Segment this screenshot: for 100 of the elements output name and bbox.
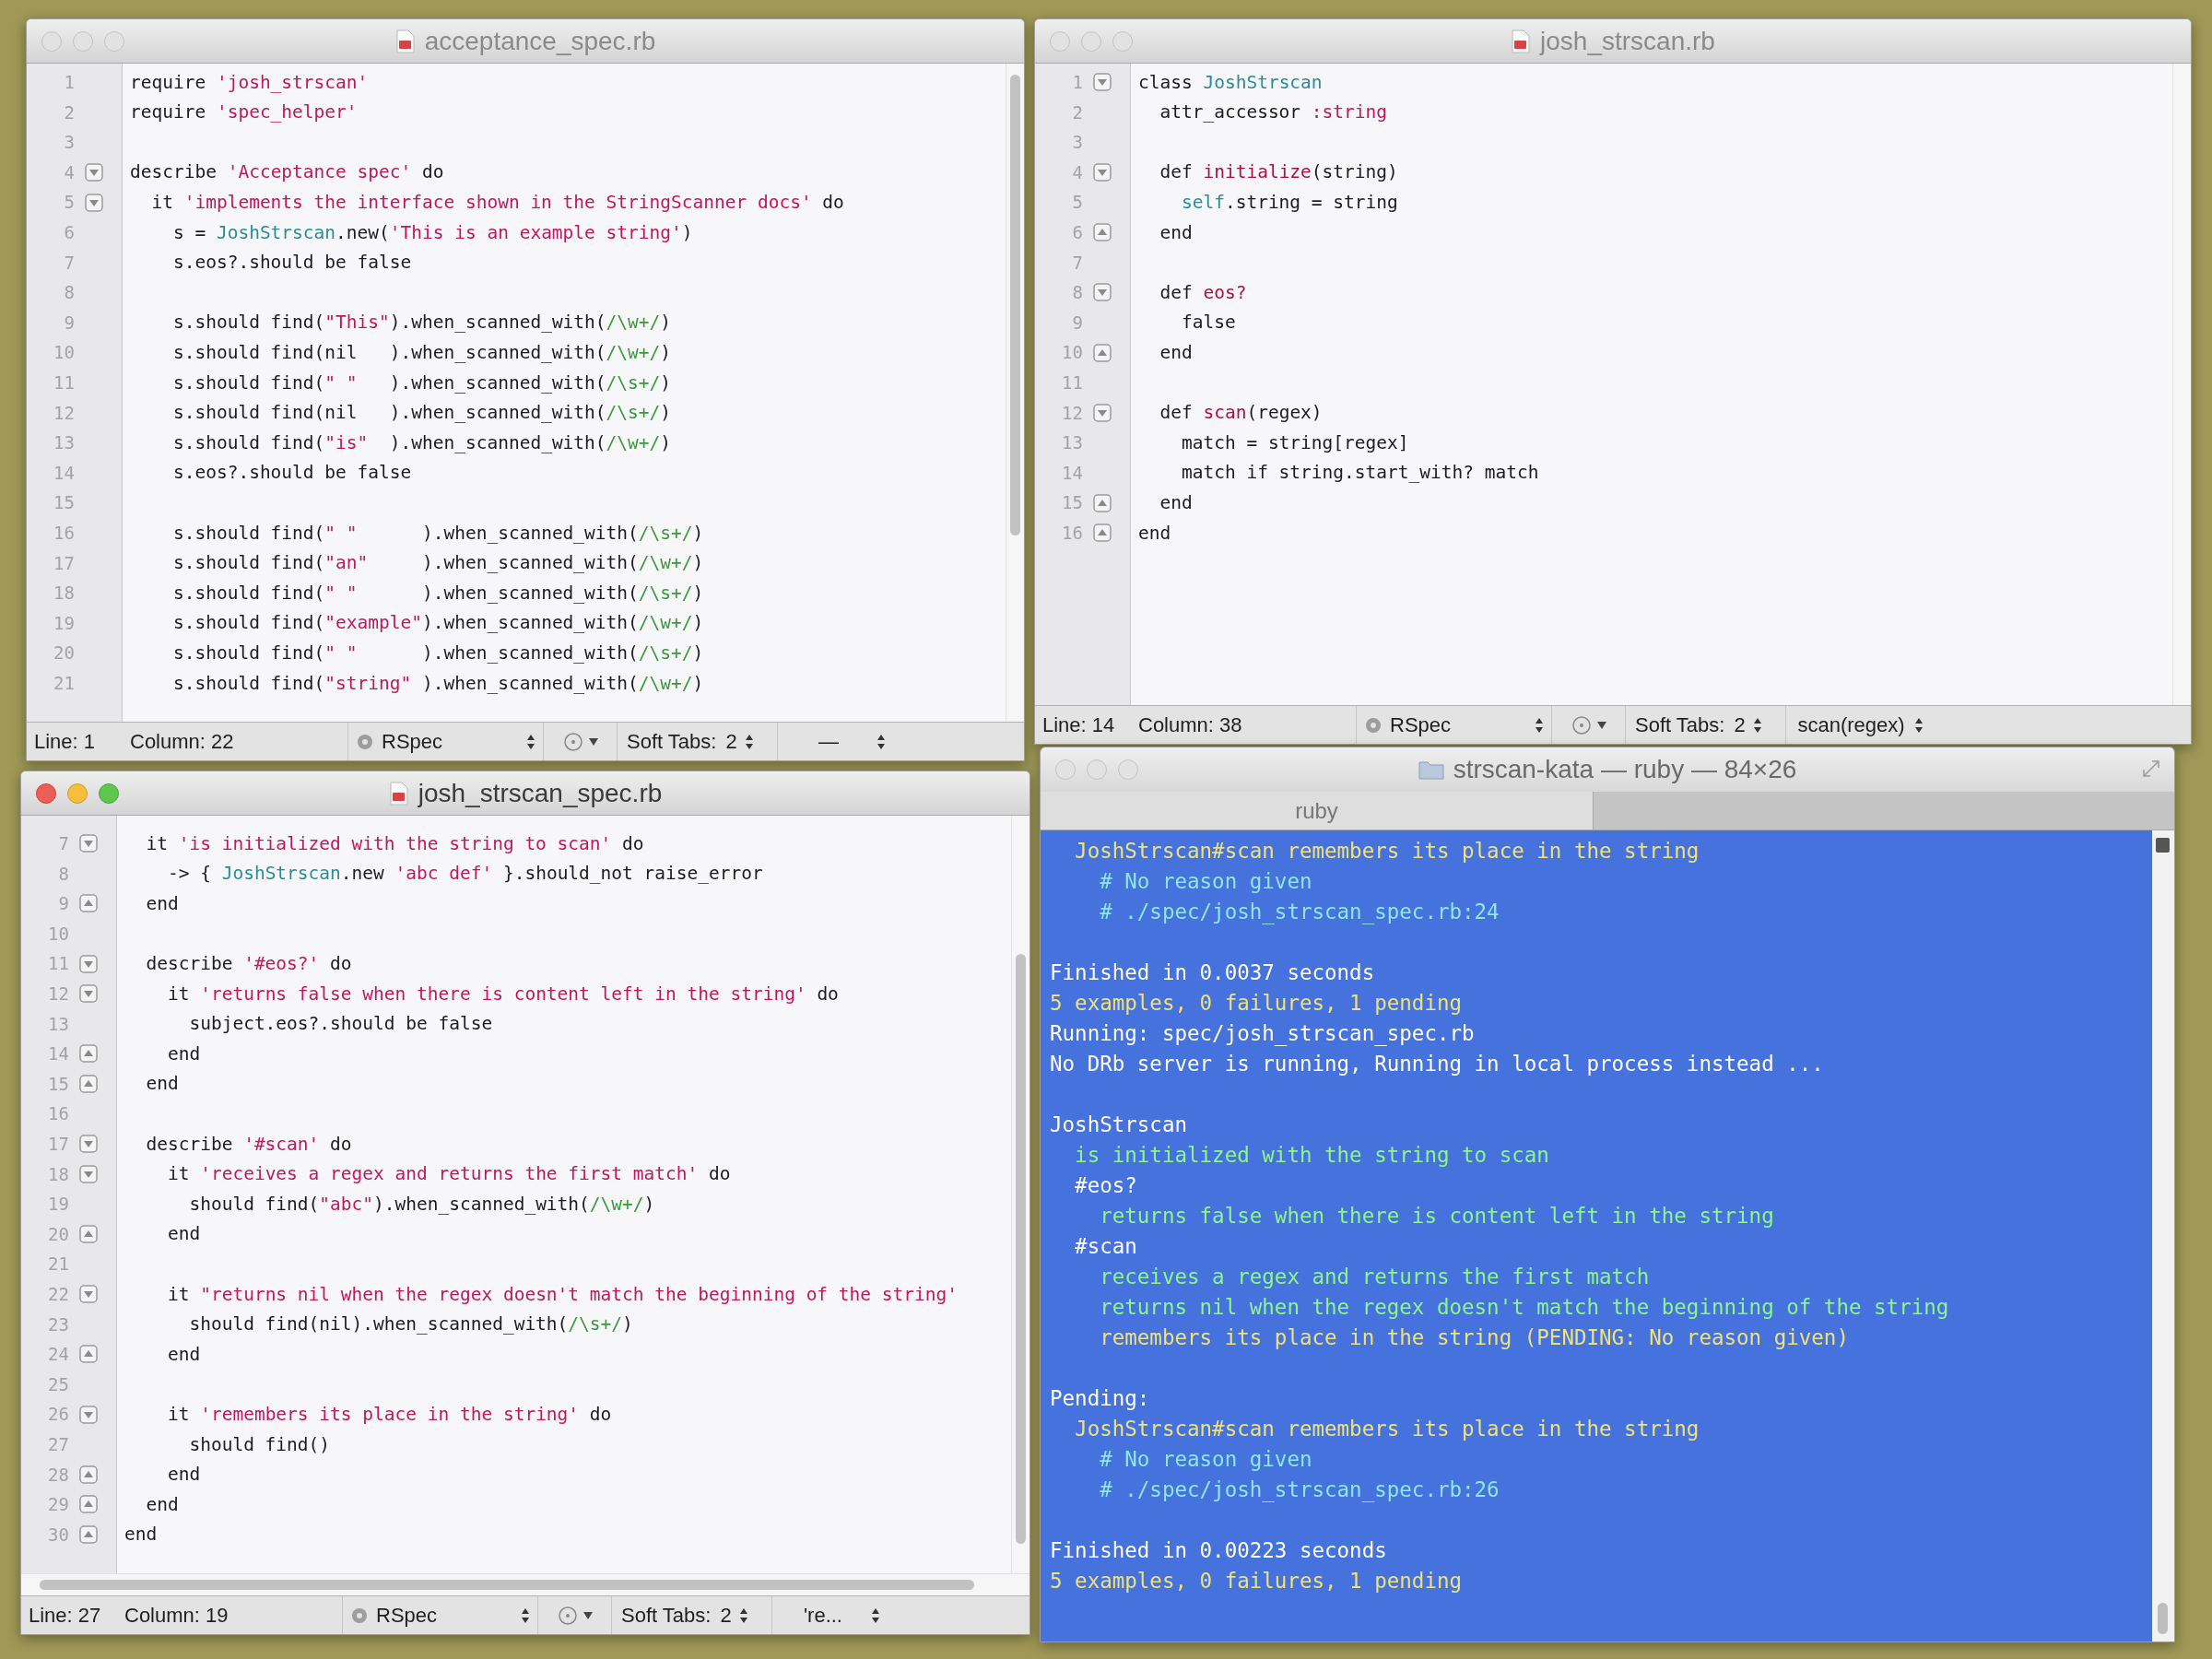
vertical-scrollbar[interactable] xyxy=(1006,64,1024,722)
vertical-scrollbar[interactable] xyxy=(2172,64,2191,705)
fold-marker-icon[interactable] xyxy=(85,193,103,212)
tab-size-selector[interactable]: 2 xyxy=(1734,706,1786,744)
symbol-selector[interactable]: scan(regex) xyxy=(1785,706,1935,744)
terminal-line: #eos? xyxy=(1074,1171,1137,1199)
fold-marker-icon[interactable] xyxy=(1093,493,1112,512)
resize-icon[interactable] xyxy=(2141,759,2161,779)
code-line: end xyxy=(166,1463,201,1488)
fold-marker-icon[interactable] xyxy=(1093,283,1112,302)
line-number: 7 xyxy=(1071,251,1084,275)
line-number: 7 xyxy=(63,251,76,275)
fold-marker-icon[interactable] xyxy=(1093,343,1112,362)
line-number: 8 xyxy=(57,862,70,886)
window-title: strscan-kata — ruby — 84×26 xyxy=(1453,754,1797,785)
line-number: 1 xyxy=(1071,71,1084,95)
zoom-button[interactable] xyxy=(99,782,119,804)
gear-icon xyxy=(1364,715,1382,735)
window-title: acceptance_spec.rb xyxy=(424,25,656,57)
code-line: it 'receives a regex and returns the first match' do xyxy=(166,1162,731,1187)
fold-marker-icon[interactable] xyxy=(1093,403,1112,422)
line-number: 12 xyxy=(47,982,70,1006)
line-number: 30 xyxy=(47,1523,70,1547)
minimize-button[interactable] xyxy=(67,782,88,804)
fold-marker-icon[interactable] xyxy=(1093,163,1112,182)
line-number: 1 xyxy=(63,71,76,95)
fold-marker-icon[interactable] xyxy=(79,1345,98,1364)
code-line: should find() xyxy=(188,1432,331,1457)
code-line: class JoshStrscan xyxy=(1138,70,1323,95)
fold-marker-icon[interactable] xyxy=(79,1225,98,1243)
line-number: 12 xyxy=(1061,401,1084,425)
line-number: 9 xyxy=(57,892,70,916)
line-number: 14 xyxy=(53,461,76,485)
up-down-arrows-icon xyxy=(526,733,535,750)
line-number: 10 xyxy=(1061,341,1084,365)
column-indicator: Column: 38 xyxy=(1138,712,1243,738)
line-number: 19 xyxy=(47,1193,70,1217)
code-line: it 'remembers its place in the string' do xyxy=(166,1402,612,1427)
up-down-arrows-icon xyxy=(521,1606,530,1624)
code-line: describe '#eos?' do xyxy=(145,952,352,977)
fold-marker-icon[interactable] xyxy=(79,894,98,913)
line-number: 9 xyxy=(63,311,76,335)
line-number: 15 xyxy=(1061,491,1084,515)
close-button[interactable] xyxy=(36,782,56,804)
gear-icon xyxy=(356,732,374,751)
fold-marker-icon[interactable] xyxy=(79,834,98,853)
line-number: 16 xyxy=(53,521,76,545)
fold-marker-icon[interactable] xyxy=(79,984,98,1004)
fold-marker-icon[interactable] xyxy=(85,163,103,182)
fold-marker-icon[interactable] xyxy=(1093,524,1112,543)
line-number: 17 xyxy=(47,1133,70,1156)
terminal-line: returns nil when the regex doesn't match the beginning of the string xyxy=(1099,1293,1949,1321)
fold-marker-icon[interactable] xyxy=(1093,73,1112,92)
line-number: 14 xyxy=(1061,461,1084,485)
fold-marker-icon[interactable] xyxy=(79,1405,98,1424)
fold-marker-icon[interactable] xyxy=(79,1524,98,1544)
symbol-selector[interactable]: 're... xyxy=(771,1596,892,1634)
tab-size-label: Soft Tabs: xyxy=(617,723,726,760)
up-down-arrows-icon xyxy=(871,1606,881,1624)
terminal-line: #scan xyxy=(1074,1232,1137,1260)
code-line: it 'returns false when there is content left in the string' do xyxy=(166,982,839,1006)
caret-icon xyxy=(588,737,598,746)
terminal-line: # ./spec/josh_strscan_spec.rb:24 xyxy=(1099,898,1500,926)
code-line: should find(nil).when_scanned_with(/\s+/) xyxy=(188,1312,633,1337)
fold-marker-icon[interactable] xyxy=(79,1075,98,1094)
line-number: 5 xyxy=(1071,191,1084,215)
fold-marker-icon[interactable] xyxy=(79,1044,98,1064)
code-line: end xyxy=(145,1492,179,1517)
horizontal-scrollbar[interactable] xyxy=(21,1573,1030,1595)
line-number: 12 xyxy=(53,401,76,425)
tab-size-selector[interactable]: 2 xyxy=(720,1596,772,1634)
terminal-line: Finished in 0.00223 seconds xyxy=(1050,1536,1387,1564)
line-number: 15 xyxy=(53,491,76,515)
grammar-selector[interactable]: RSpec xyxy=(342,1596,537,1634)
terminal-line: JoshStrscan xyxy=(1050,1111,1187,1138)
fold-marker-icon[interactable] xyxy=(79,1135,98,1154)
vertical-scrollbar[interactable] xyxy=(1011,816,1030,1573)
line-number: 20 xyxy=(47,1222,70,1246)
fold-marker-icon[interactable] xyxy=(1093,223,1112,242)
code-line: s.should find(" " ).when_scanned_with(/\s+/) xyxy=(171,371,672,395)
code-line: s.should find("is" ).when_scanned_with(/\w+/) xyxy=(171,430,672,455)
line-number: 9 xyxy=(1071,311,1084,335)
tab-size-selector[interactable]: 2 xyxy=(725,723,778,760)
vertical-scrollbar[interactable] xyxy=(2152,830,2174,1641)
line-number: 5 xyxy=(63,191,76,215)
line-number: 13 xyxy=(1061,431,1084,455)
code-line: s.eos?.should be false xyxy=(171,461,412,486)
fold-marker-icon[interactable] xyxy=(79,1465,98,1484)
fold-marker-icon[interactable] xyxy=(79,1285,98,1304)
fold-marker-icon[interactable] xyxy=(79,1164,98,1183)
fold-marker-icon[interactable] xyxy=(79,954,98,973)
grammar-selector[interactable]: RSpec xyxy=(1356,706,1551,744)
code-line: s.should find("an" ).when_scanned_with(/\w+/) xyxy=(171,551,704,576)
grammar-selector[interactable]: RSpec xyxy=(347,723,543,760)
code-line: describe 'Acceptance spec' do xyxy=(130,160,444,185)
symbol-selector[interactable]: — xyxy=(777,723,898,760)
line-number: 22 xyxy=(47,1282,70,1306)
line-number: 3 xyxy=(1071,131,1084,155)
terminal-line: # No reason given xyxy=(1099,1445,1312,1473)
fold-marker-icon[interactable] xyxy=(79,1495,98,1514)
